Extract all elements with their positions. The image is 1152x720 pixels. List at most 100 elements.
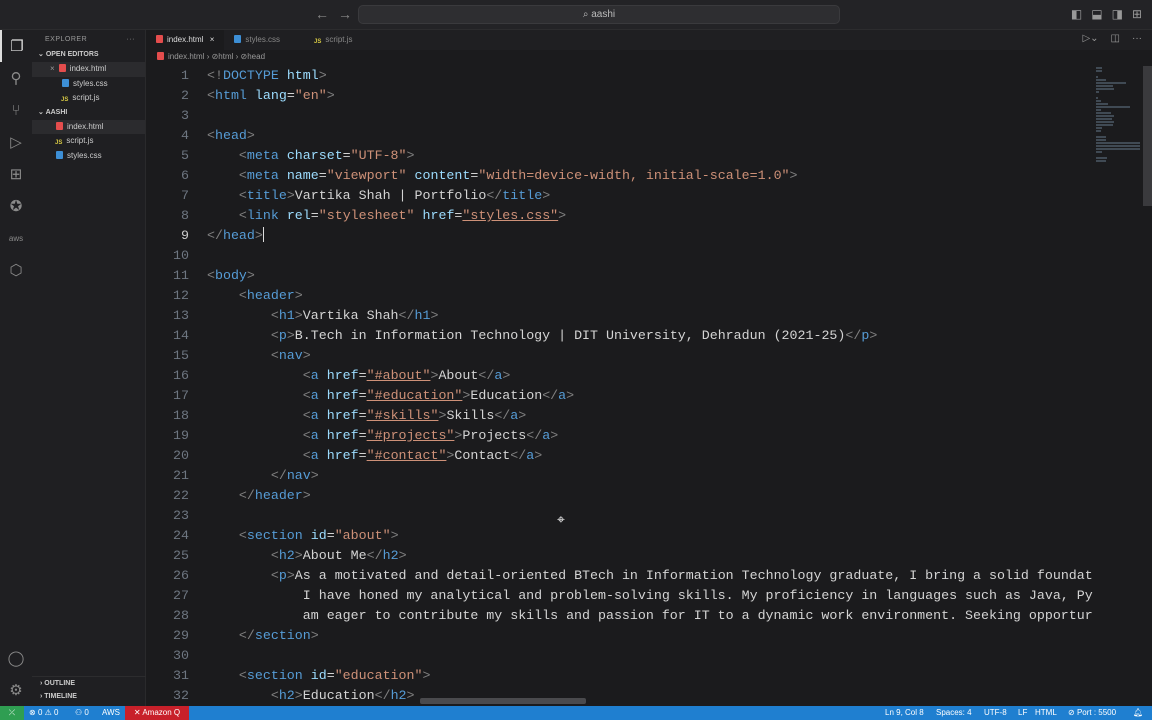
breadcrumb-item[interactable]: index.html [168, 52, 204, 61]
code-line[interactable]: 19 <a href="#projects">Projects</a> [146, 426, 1096, 446]
extensions-icon[interactable]: ⊞ [0, 158, 32, 190]
code-line[interactable]: 30 [146, 646, 1096, 666]
code-line[interactable]: 14 <p>B.Tech in Information Technology |… [146, 326, 1096, 346]
problems-indicator[interactable]: ⊗ 0 ⚠ 0 [29, 706, 58, 720]
code-line[interactable]: 15 <nav> [146, 346, 1096, 366]
files-icon[interactable]: ❐ [0, 30, 32, 62]
code-line[interactable]: 31 <section id="education"> [146, 666, 1096, 686]
amazon-q-icon[interactable]: ⬡ [0, 254, 32, 286]
code-line[interactable]: 16 <a href="#about">About</a> [146, 366, 1096, 386]
close-icon[interactable]: × [210, 35, 215, 44]
code-line[interactable]: 29 </section> [146, 626, 1096, 646]
horizontal-scrollbar[interactable] [420, 698, 586, 704]
code-line[interactable]: 24 <section id="about"> [146, 526, 1096, 546]
code-line[interactable]: 3 [146, 106, 1096, 126]
code-line[interactable]: 27 I have honed my analytical and proble… [146, 586, 1096, 606]
code-editor[interactable]: 1 <!DOCTYPE html> 2 <html lang="en"> 3 4 <head… [146, 66, 1096, 706]
open-editors-section[interactable]: ⌄ OPEN EDITORS [32, 48, 145, 62]
notifications-icon[interactable]: 🔔︎ [1133, 706, 1143, 720]
toggle-secondary-sidebar-icon[interactable]: ◨ [1112, 7, 1123, 21]
code-line[interactable]: 6 <meta name="viewport" content="width=d… [146, 166, 1096, 186]
code-line[interactable]: 21 </nav> [146, 466, 1096, 486]
ports-indicator[interactable]: ⚇ 0 [75, 706, 89, 720]
file-item[interactable]: index.html [32, 119, 145, 135]
aws-icon[interactable]: aws [0, 222, 32, 254]
breadcrumb-item[interactable]: html [218, 52, 233, 61]
account-icon[interactable]: ◯ [0, 642, 32, 674]
split-editor-icon[interactable]: ◫ [1111, 33, 1120, 44]
code-line[interactable]: 20 <a href="#contact">Contact</a> [146, 446, 1096, 466]
tab-script-js[interactable]: JS script.js [304, 30, 362, 50]
code-line[interactable]: 12 <header> [146, 286, 1096, 306]
more-actions-icon[interactable]: ··· [1132, 33, 1142, 44]
code-line[interactable]: 25 <h2>About Me</h2> [146, 546, 1096, 566]
line-ending[interactable]: LF [1018, 706, 1027, 720]
arrow-right-icon[interactable]: → [338, 6, 352, 22]
code-line[interactable]: 1 <!DOCTYPE html> [146, 66, 1096, 86]
python-icon[interactable]: ✪ [0, 190, 32, 222]
code-line[interactable]: 26 <p>As a motivated and detail-oriented… [146, 566, 1096, 586]
code-line[interactable]: 18 <a href="#skills">Skills</a> [146, 406, 1096, 426]
code-line[interactable]: 22 </header> [146, 486, 1096, 506]
code-token: > [566, 388, 575, 403]
source-control-icon[interactable]: ⑂ [0, 94, 32, 126]
toggle-sidebar-icon[interactable]: ◧ [1071, 7, 1082, 21]
language-mode[interactable]: HTML [1035, 706, 1057, 720]
tab-index-html[interactable]: index.html × [146, 30, 225, 50]
cursor-position[interactable]: Ln 9, Col 8 [885, 706, 924, 720]
run-icon[interactable]: ▷⌄ [1082, 33, 1098, 44]
aws-status[interactable]: AWS [102, 706, 120, 720]
remote-icon[interactable]: ⤫ [0, 706, 24, 720]
toggle-panel-icon[interactable]: ⬓ [1091, 7, 1102, 21]
gear-icon[interactable]: ⚙ [0, 674, 32, 706]
outline-section[interactable]: › OUTLINE [32, 676, 146, 690]
code-line[interactable]: 17 <a href="#education">Education</a> [146, 386, 1096, 406]
search-icon[interactable]: ⚲ [0, 62, 32, 94]
file-item[interactable]: JS script.js [32, 134, 145, 149]
minimap-line [1096, 67, 1102, 69]
open-editor-item[interactable]: styles.css [32, 77, 145, 92]
code-token: nav [278, 348, 303, 363]
code-line[interactable]: 32 <h2>Education</h2> [146, 686, 1096, 706]
code-line[interactable]: 10 [146, 246, 1096, 266]
tab-styles-css[interactable]: styles.css [224, 30, 304, 50]
arrow-left-icon[interactable]: ← [315, 6, 329, 22]
timeline-section[interactable]: › TIMELINE [32, 690, 146, 704]
code-line[interactable]: 9 </head> [146, 226, 1096, 246]
code-line[interactable]: 4 <head> [146, 126, 1096, 146]
code-token: </ [845, 328, 862, 343]
code-line[interactable]: 2 <html lang="en"> [146, 86, 1096, 106]
code-text: <body> [207, 266, 255, 286]
code-line[interactable]: 28 am eager to contribute my skills and … [146, 606, 1096, 626]
indentation[interactable]: Spaces: 4 [936, 706, 972, 720]
command-center-search[interactable]: ⌕ aashi [358, 5, 840, 24]
code-line[interactable]: 13 <h1>Vartika Shah</h1> [146, 306, 1096, 326]
line-number: 1 [181, 68, 189, 83]
code-line[interactable]: 5 <meta charset="UTF-8"> [146, 146, 1096, 166]
more-actions-icon[interactable]: ··· [127, 32, 136, 48]
amazon-q-status[interactable]: ✕ Amazon Q [125, 706, 189, 720]
open-editor-item[interactable]: JS script.js [32, 91, 145, 106]
file-name: styles.css [67, 150, 102, 160]
line-number: 21 [173, 468, 189, 483]
file-item[interactable]: styles.css [32, 149, 145, 164]
vertical-scrollbar[interactable] [1143, 66, 1152, 206]
open-editor-item[interactable]: × index.html [32, 62, 145, 77]
code-line[interactable]: 23 [146, 506, 1096, 526]
encoding[interactable]: UTF-8 [984, 706, 1007, 720]
code-line[interactable]: 11 <body> [146, 266, 1096, 286]
customize-layout-icon[interactable]: ⊞ [1132, 7, 1142, 21]
live-server-status[interactable]: ⊘ Port : 5500 [1068, 706, 1116, 720]
minimap-line [1096, 157, 1108, 159]
breadcrumb-item[interactable]: head [247, 52, 265, 61]
line-number: 18 [173, 408, 189, 423]
close-icon[interactable]: × [50, 64, 55, 73]
minimap-line [1096, 121, 1114, 123]
folder-section[interactable]: ⌄ AASHI [32, 106, 145, 120]
code-line[interactable]: 7 <title>Vartika Shah | Portfolio</title… [146, 186, 1096, 206]
minimap[interactable] [1096, 66, 1142, 162]
code-line[interactable]: 8 <link rel="stylesheet" href="styles.cs… [146, 206, 1096, 226]
run-debug-icon[interactable]: ▷ [0, 126, 32, 158]
